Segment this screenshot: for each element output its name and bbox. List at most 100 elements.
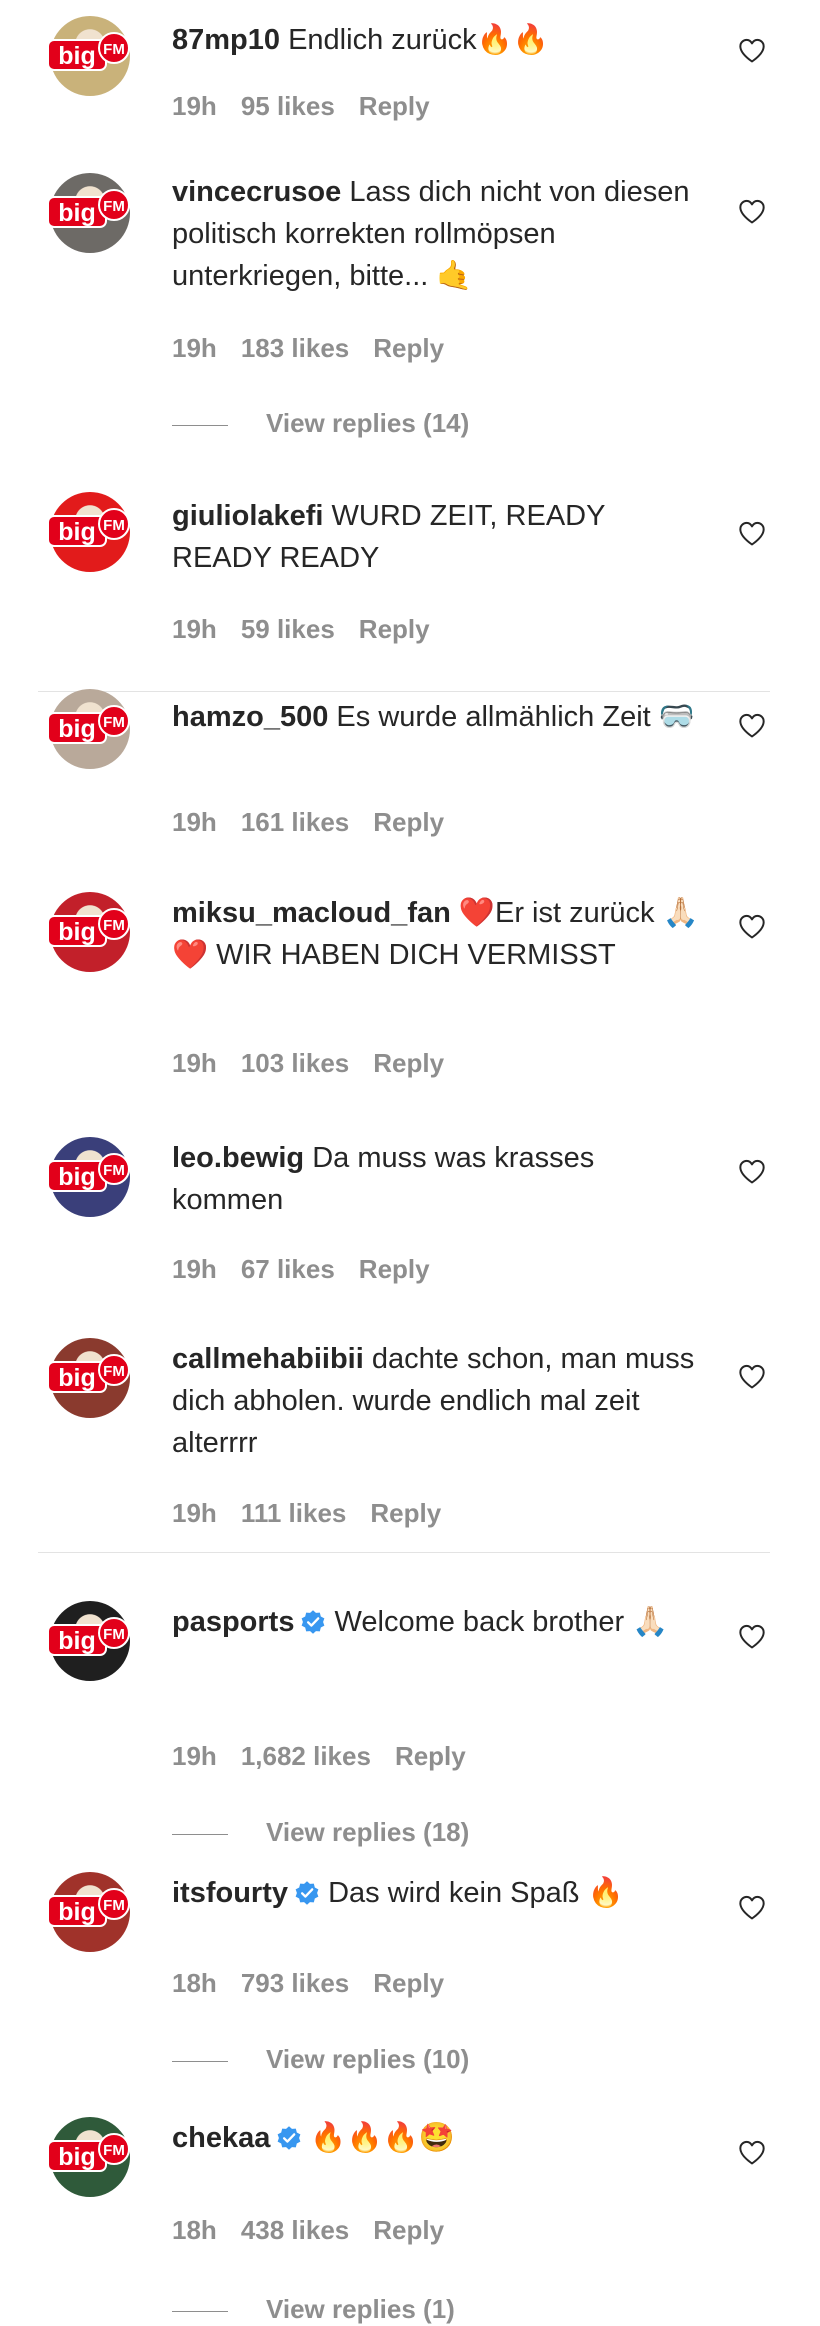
avatar[interactable]: big FM [47,1601,130,1681]
heart-outline-icon[interactable] [737,1158,767,1186]
username-link[interactable]: pasports [172,1606,294,1638]
bigfm-logo-icon: big FM [47,508,130,547]
likes-count[interactable]: 183 likes [241,333,349,363]
comment-time[interactable]: 19h [172,333,217,363]
comment-time[interactable]: 19h [172,1048,217,1078]
likes-count[interactable]: 1,682 likes [241,1741,371,1771]
comment-body: Welcome back brother 🙏🏻 [334,1606,669,1638]
comment-time[interactable]: 19h [172,91,217,121]
likes-count[interactable]: 67 likes [241,1254,335,1284]
replies-line [172,1833,228,1835]
comment-time[interactable]: 19h [172,614,217,644]
heart-outline-icon[interactable] [737,37,767,65]
svg-text:FM: FM [103,41,125,58]
avatar[interactable]: big FM [47,689,130,769]
reply-button[interactable]: Reply [373,807,444,837]
username-link[interactable]: callmehabiibii [172,1343,364,1375]
reply-button[interactable]: Reply [373,2215,444,2245]
heart-outline-icon[interactable] [737,1623,767,1651]
reply-button[interactable]: Reply [373,1968,444,1998]
comment-time[interactable]: 19h [172,1741,217,1771]
likes-count[interactable]: 793 likes [241,1968,349,1998]
bigfm-logo-icon: big FM [47,1617,130,1656]
bigfm-logo-icon: big FM [47,2133,130,2172]
replies-line [172,2310,228,2312]
svg-text:big: big [58,1163,96,1191]
username-link[interactable]: miksu_macloud_fan [172,897,451,929]
view-replies-button[interactable]: View replies (14) [172,406,469,440]
comment-time[interactable]: 18h [172,2215,217,2245]
reply-button[interactable]: Reply [370,1498,441,1528]
svg-text:FM: FM [103,517,125,534]
comment-time[interactable]: 19h [172,1254,217,1284]
view-replies-button[interactable]: View replies (1) [172,2292,455,2326]
svg-text:big: big [58,199,96,227]
comment-meta: 19h 183 likes Reply [172,331,468,365]
reply-button[interactable]: Reply [373,333,444,363]
comment-time[interactable]: 18h [172,1968,217,1998]
heart-outline-icon[interactable] [737,1894,767,1922]
avatar[interactable]: big FM [47,892,130,972]
comment-time[interactable]: 19h [172,807,217,837]
username-link[interactable]: vincecrusoe [172,176,341,208]
username-link[interactable]: leo.bewig [172,1142,304,1174]
likes-count[interactable]: 161 likes [241,807,349,837]
comment-text: pasports Welcome back brother 🙏🏻 [172,1601,712,1643]
heart-outline-icon[interactable] [737,712,767,740]
svg-text:FM: FM [103,198,125,215]
avatar[interactable]: big FM [47,173,130,253]
likes-count[interactable]: 111 likes [241,1498,347,1528]
avatar[interactable]: big FM [47,16,130,96]
avatar[interactable]: big FM [47,492,130,572]
comment-text: hamzo_500 Es wurde allmählich Zeit 🥽 [172,696,712,738]
avatar[interactable]: big FM [47,1137,130,1217]
heart-outline-icon[interactable] [737,198,767,226]
bigfm-logo-icon: big FM [47,705,130,744]
bigfm-logo-icon: big FM [47,32,130,71]
heart-outline-icon[interactable] [737,520,767,548]
avatar[interactable]: big FM [47,2117,130,2197]
svg-text:big: big [58,918,96,946]
comment-meta: 19h 103 likes Reply [172,1046,468,1080]
likes-count[interactable]: 95 likes [241,91,335,121]
username-link[interactable]: 87mp10 [172,24,280,56]
reply-button[interactable]: Reply [373,1048,444,1078]
bigfm-logo-icon: big FM [47,908,130,947]
view-replies-label[interactable]: View replies (18) [266,1817,469,1847]
likes-count[interactable]: 103 likes [241,1048,349,1078]
heart-outline-icon[interactable] [737,2139,767,2167]
username-link[interactable]: hamzo_500 [172,701,328,733]
comment-time[interactable]: 19h [172,1498,217,1528]
comment-text: callmehabiibii dachte schon, man muss di… [172,1338,712,1464]
heart-outline-icon[interactable] [737,1363,767,1391]
view-replies-label[interactable]: View replies (1) [266,2294,455,2324]
username-link[interactable]: chekaa [172,2122,270,2154]
comment-body: 🔥🔥🔥🤩 [310,2122,455,2154]
heart-outline-icon[interactable] [737,913,767,941]
svg-text:big: big [58,42,96,70]
likes-count[interactable]: 438 likes [241,2215,349,2245]
verified-badge-icon [302,1610,325,1634]
comment-meta: 19h 111 likes Reply [172,1496,465,1530]
avatar[interactable]: big FM [47,1338,130,1418]
view-replies-button[interactable]: View replies (10) [172,2042,469,2076]
comment-body: Das wird kein Spaß 🔥 [328,1877,624,1909]
comment-text: vincecrusoe Lass dich nicht von diesen p… [172,171,712,297]
replies-line [172,2060,228,2062]
bigfm-logo-icon: big FM [47,1888,130,1927]
username-link[interactable]: giuliolakefi [172,500,323,532]
view-replies-label[interactable]: View replies (10) [266,2044,469,2074]
view-replies-button[interactable]: View replies (18) [172,1815,469,1849]
reply-button[interactable]: Reply [395,1741,466,1771]
svg-text:FM: FM [103,714,125,731]
likes-count[interactable]: 59 likes [241,614,335,644]
avatar[interactable]: big FM [47,1872,130,1952]
reply-button[interactable]: Reply [359,91,430,121]
svg-text:FM: FM [103,2142,125,2159]
view-replies-label[interactable]: View replies (14) [266,408,469,438]
reply-button[interactable]: Reply [359,614,430,644]
reply-button[interactable]: Reply [359,1254,430,1284]
svg-text:big: big [58,1898,96,1926]
comment-meta: 19h 67 likes Reply [172,1252,454,1286]
username-link[interactable]: itsfourty [172,1877,288,1909]
